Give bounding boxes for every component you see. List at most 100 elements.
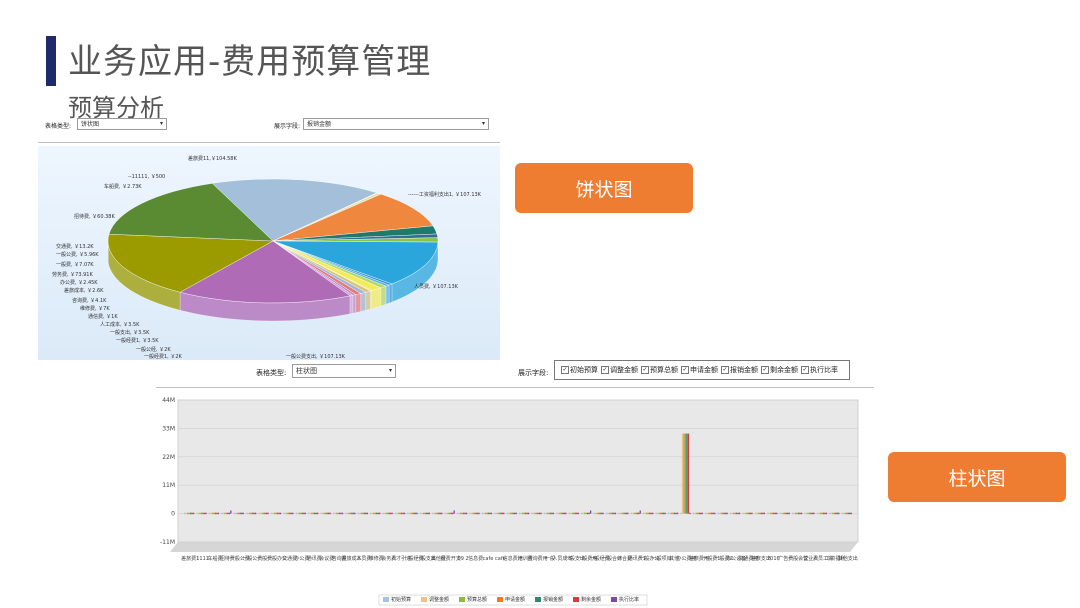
bar-mark[interactable] — [822, 512, 825, 515]
bar-mark[interactable] — [484, 512, 487, 515]
bar-mark[interactable] — [464, 512, 466, 515]
bar-mark[interactable] — [239, 512, 241, 515]
bar-mark[interactable] — [490, 512, 493, 515]
bar-mark[interactable] — [486, 512, 488, 515]
bar-mark[interactable] — [614, 512, 617, 515]
bar-mark[interactable] — [473, 512, 476, 515]
bar-mark[interactable] — [683, 433, 685, 514]
field-checkbox[interactable]: ✓ 剩余金额 — [761, 365, 798, 375]
bar-mark[interactable] — [498, 512, 500, 515]
bar-mark[interactable] — [323, 512, 325, 515]
bar-mark[interactable] — [483, 512, 485, 515]
bar-mark[interactable] — [627, 512, 629, 515]
bar-mark[interactable] — [289, 512, 291, 515]
bar-mark[interactable] — [287, 512, 290, 515]
bar-mark[interactable] — [494, 512, 496, 515]
bar-mark[interactable] — [424, 512, 426, 515]
bar-mark[interactable] — [796, 512, 798, 515]
bar-mark[interactable] — [808, 512, 811, 515]
bar-mark[interactable] — [797, 512, 800, 515]
bar-mark[interactable] — [396, 512, 398, 515]
legend-label[interactable]: 执行比率 — [619, 596, 639, 603]
field-checkbox[interactable]: ✓ 预算总额 — [641, 365, 678, 375]
bar-mark[interactable] — [363, 512, 365, 515]
bar-mark[interactable] — [745, 512, 747, 515]
bar-mark[interactable] — [408, 512, 411, 515]
bar-mark[interactable] — [441, 512, 443, 515]
bar-mark[interactable] — [386, 512, 389, 515]
bar-mark[interactable] — [196, 512, 198, 515]
bar-mark[interactable] — [538, 512, 541, 515]
bar-mark[interactable] — [534, 512, 536, 515]
bar-mark[interactable] — [230, 510, 232, 514]
bar-mark[interactable] — [618, 512, 620, 515]
bar-mark[interactable] — [283, 512, 285, 515]
bar-mark[interactable] — [742, 512, 744, 515]
bar-mark[interactable] — [458, 512, 460, 515]
bar-mark[interactable] — [476, 512, 479, 515]
bar-mark[interactable] — [184, 512, 186, 515]
bar-mark[interactable] — [439, 512, 441, 515]
bar-mark[interactable] — [562, 512, 564, 515]
bar-mark[interactable] — [649, 512, 651, 515]
bar-mark[interactable] — [584, 512, 586, 515]
bar-mark[interactable] — [731, 512, 733, 515]
bar-mark[interactable] — [250, 512, 252, 515]
bar-mark[interactable] — [403, 512, 406, 515]
bar-mark[interactable] — [202, 512, 204, 515]
bar-mark[interactable] — [286, 512, 288, 515]
bar-mark[interactable] — [189, 512, 192, 515]
bar-mark[interactable] — [366, 512, 368, 515]
bar-mark[interactable] — [478, 512, 480, 515]
bar-mark[interactable] — [191, 512, 193, 515]
bar-mark[interactable] — [844, 512, 846, 515]
bar-mark[interactable] — [661, 512, 663, 515]
bar-mark[interactable] — [658, 512, 660, 515]
bar-mark[interactable] — [462, 512, 465, 515]
bar-mark[interactable] — [800, 512, 803, 515]
bar-mark[interactable] — [625, 512, 628, 515]
bar-mark[interactable] — [222, 512, 225, 515]
bar-mark[interactable] — [638, 512, 640, 515]
bar-mark[interactable] — [835, 512, 837, 515]
bar-mark[interactable] — [512, 512, 514, 515]
bar-mark[interactable] — [199, 512, 201, 515]
bar-mark[interactable] — [506, 512, 508, 515]
bar-mark[interactable] — [676, 512, 679, 515]
bar-mark[interactable] — [737, 512, 739, 515]
bar-mark[interactable] — [284, 512, 287, 515]
bar-mark[interactable] — [309, 512, 311, 515]
bar-mark[interactable] — [487, 512, 490, 515]
bar-mark[interactable] — [643, 512, 645, 515]
bar-mark[interactable] — [535, 512, 538, 515]
bar-mark[interactable] — [692, 512, 695, 515]
bar-mark[interactable] — [203, 512, 206, 515]
bar-mark[interactable] — [241, 512, 243, 515]
bar-mark[interactable] — [833, 512, 835, 515]
bar-mark[interactable] — [456, 512, 459, 515]
bar-mark[interactable] — [589, 510, 592, 514]
bar-mark[interactable] — [568, 512, 570, 515]
bar-mark[interactable] — [836, 512, 838, 515]
bar-mark[interactable] — [349, 512, 352, 515]
bar-mark[interactable] — [251, 512, 254, 515]
bar-mark[interactable] — [373, 512, 375, 515]
bar-mark[interactable] — [635, 512, 637, 515]
bar-mark[interactable] — [407, 512, 409, 515]
bar-mark[interactable] — [421, 512, 423, 515]
bar-mark[interactable] — [224, 512, 226, 515]
bar-mark[interactable] — [188, 512, 190, 515]
bar-mark[interactable] — [720, 512, 722, 515]
bar-mark[interactable] — [824, 512, 826, 515]
bar-mark[interactable] — [451, 512, 454, 515]
bar-mark[interactable] — [211, 512, 214, 515]
bar-mark[interactable] — [236, 512, 238, 515]
bar-mark[interactable] — [770, 512, 772, 515]
bar-mark[interactable] — [712, 512, 714, 515]
bar-mark[interactable] — [672, 512, 674, 515]
bar-mark[interactable] — [324, 512, 327, 515]
bar-mark[interactable] — [503, 512, 505, 515]
bar-mark[interactable] — [351, 512, 353, 515]
bar-mark[interactable] — [552, 512, 555, 515]
bar-mark[interactable] — [276, 512, 279, 515]
